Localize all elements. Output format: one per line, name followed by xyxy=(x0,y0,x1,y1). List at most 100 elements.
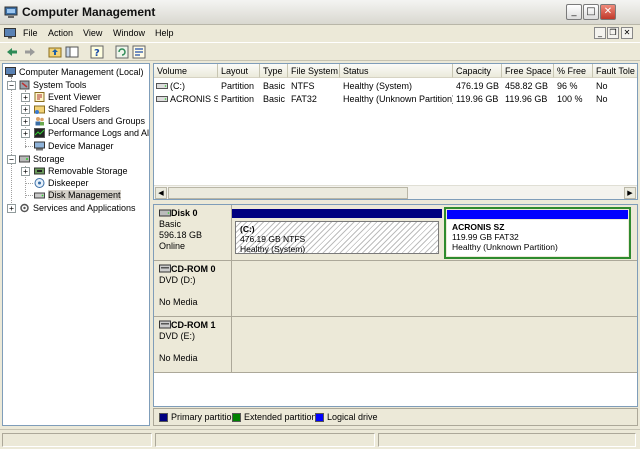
cdrom-0-label[interactable]: CD-ROM 0 DVD (D:) No Media xyxy=(154,261,232,317)
system-tools-expander[interactable]: − xyxy=(7,81,16,90)
cell-layout: Partition xyxy=(221,81,255,91)
tree-item-storage[interactable]: Storage xyxy=(19,153,65,165)
mdi-close-button[interactable]: ✕ xyxy=(621,27,633,39)
logical-drive-bar xyxy=(447,210,628,219)
tree-label-disk-management: Disk Management xyxy=(48,190,121,200)
tree-item-shared-folders[interactable]: Shared Folders xyxy=(34,103,110,115)
tree-item-diskeeper[interactable]: Diskeeper xyxy=(34,177,89,189)
services-expander[interactable]: + xyxy=(7,204,16,213)
tree-item-event-viewer[interactable]: Event Viewer xyxy=(34,91,101,103)
performance-logs-expander[interactable]: + xyxy=(21,129,30,138)
drive-icon xyxy=(156,83,168,89)
column-header-status[interactable]: Status xyxy=(340,64,453,78)
partition-c-status: Healthy (System) xyxy=(240,244,306,254)
disk-view: Disk 0 Basic 596.18 GB Online (C:) 476.1… xyxy=(153,204,638,407)
mdi-minimize-button[interactable]: _ xyxy=(594,27,606,39)
svg-text:?: ? xyxy=(94,48,100,59)
cdrom-1-label[interactable]: CD-ROM 1 DVD (E:) No Media xyxy=(154,317,232,373)
scroll-thumb[interactable] xyxy=(168,187,408,199)
partition-c[interactable]: (C:) 476.19 GB NTFS Healthy (System) xyxy=(232,209,442,257)
computer-management-icon xyxy=(4,6,18,18)
forward-arrow-icon[interactable] xyxy=(23,45,37,59)
tree-label-system-tools: System Tools xyxy=(33,80,87,90)
shared-folders-expander[interactable]: + xyxy=(21,105,30,114)
tree-label-diskeeper: Diskeeper xyxy=(48,178,89,188)
menu-action[interactable]: Action xyxy=(48,28,73,38)
cdrom-icon xyxy=(159,320,171,329)
cell-free-space: 458.82 GB xyxy=(505,81,549,91)
mdi-restore-button[interactable]: ❐ xyxy=(607,27,619,39)
scroll-right-icon[interactable]: ▶ xyxy=(624,187,636,199)
status-cell-1 xyxy=(2,433,152,447)
event-viewer-expander[interactable]: + xyxy=(21,93,30,102)
cell-free-space: 119.96 GB xyxy=(505,94,548,104)
tree-label-removable-storage: Removable Storage xyxy=(48,166,128,176)
partition-acronis[interactable]: ACRONIS SZ 119.99 GB FAT32 Healthy (Unkn… xyxy=(444,207,631,259)
menu-help[interactable]: Help xyxy=(155,28,174,38)
tree-item-system-tools[interactable]: System Tools xyxy=(19,79,86,91)
cdrom-1-media: No Media xyxy=(159,353,198,363)
column-header-layout[interactable]: Layout xyxy=(218,64,260,78)
menu-view[interactable]: View xyxy=(83,28,102,38)
maximize-button[interactable]: □ xyxy=(583,4,599,20)
up-folder-icon[interactable] xyxy=(48,45,62,59)
cell-fault-tolerance: No xyxy=(596,81,608,91)
cell-file-system: FAT32 xyxy=(291,94,317,104)
status-cell-3 xyxy=(378,433,636,447)
cell-volume: (C:) xyxy=(170,81,185,91)
cdrom-1-drive: DVD (E:) xyxy=(159,331,195,341)
show-hide-tree-icon[interactable] xyxy=(65,45,79,59)
device-manager-icon xyxy=(34,141,45,151)
back-arrow-icon[interactable] xyxy=(5,45,19,59)
partition-c-hatched-area: (C:) 476.19 GB NTFS Healthy (System) xyxy=(235,221,439,254)
tree-item-device-manager[interactable]: Device Manager xyxy=(34,140,114,152)
partition-acronis-status: Healthy (Unknown Partition) xyxy=(452,242,558,252)
users-icon xyxy=(35,117,44,126)
cell-capacity: 119.96 GB xyxy=(456,94,499,104)
tree-item-services[interactable]: Services and Applications xyxy=(19,202,136,214)
tree-item-root[interactable]: Computer Management (Local) xyxy=(5,66,144,78)
storage-expander[interactable]: − xyxy=(7,155,16,164)
refresh-icon[interactable] xyxy=(115,45,129,59)
removable-storage-expander[interactable]: + xyxy=(21,167,30,176)
disk-management-icon xyxy=(34,192,45,199)
menu-file[interactable]: File xyxy=(23,28,38,38)
status-bar xyxy=(0,429,640,449)
legend-label-extended: Extended partition xyxy=(244,412,317,422)
local-users-expander[interactable]: + xyxy=(21,117,30,126)
column-header-free-space[interactable]: Free Space xyxy=(502,64,554,78)
drive-icon xyxy=(156,96,168,102)
services-icon xyxy=(20,203,29,213)
column-header-file-system[interactable]: File System xyxy=(288,64,340,78)
tree-label-services: Services and Applications xyxy=(33,203,136,213)
properties-icon[interactable] xyxy=(132,45,146,59)
tree-item-removable-storage[interactable]: Removable Storage xyxy=(34,165,128,177)
volume-list: Volume Layout Type File System Status Ca… xyxy=(153,63,638,200)
column-header-percent-free[interactable]: % Free xyxy=(554,64,593,78)
column-header-fault-tolerance[interactable]: Fault Tole xyxy=(593,64,637,78)
tree-item-disk-management[interactable]: Disk Management xyxy=(34,189,121,201)
shared-folder-icon xyxy=(34,105,45,114)
tree-label-root: Computer Management (Local) xyxy=(19,67,144,77)
partition-acronis-name: ACRONIS SZ xyxy=(452,222,505,232)
status-cell-2 xyxy=(155,433,375,447)
minimize-button[interactable]: _ xyxy=(566,4,582,20)
tree-item-performance-logs[interactable]: Performance Logs and Ale xyxy=(34,127,149,139)
tree-item-local-users[interactable]: Local Users and Groups xyxy=(34,115,145,127)
disk-0-label[interactable]: Disk 0 Basic 596.18 GB Online xyxy=(154,205,232,261)
close-button[interactable]: ✕ xyxy=(600,4,616,20)
tree-label-device-manager: Device Manager xyxy=(48,141,114,151)
scroll-left-icon[interactable]: ◀ xyxy=(155,187,167,199)
event-viewer-icon xyxy=(34,92,45,102)
column-header-type[interactable]: Type xyxy=(260,64,288,78)
console-icon xyxy=(4,28,16,39)
column-header-volume[interactable]: Volume xyxy=(154,64,218,78)
primary-partition-bar xyxy=(232,209,442,218)
horizontal-scrollbar[interactable]: ◀ ▶ xyxy=(154,185,637,199)
computer-icon xyxy=(5,67,16,77)
menu-window[interactable]: Window xyxy=(113,28,145,38)
help-icon[interactable]: ? xyxy=(90,45,104,59)
title-bar: Computer Management _ □ ✕ xyxy=(0,0,640,25)
cdrom-0-name: CD-ROM 0 xyxy=(171,264,216,274)
column-header-capacity[interactable]: Capacity xyxy=(453,64,502,78)
